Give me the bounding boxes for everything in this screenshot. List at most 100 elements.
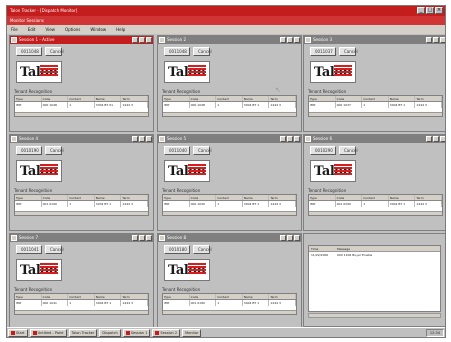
- column-header[interactable]: Term: [415, 96, 442, 101]
- table-row[interactable]: IMP 000 1041 1 3004 BT 1 1444 3: [15, 300, 148, 306]
- maximize-icon[interactable]: [433, 136, 439, 142]
- minimize-icon[interactable]: [280, 136, 286, 142]
- recognition-table[interactable]: Type Code Contact Name Term IMP 000 1041 1 3004 …: [14, 293, 149, 315]
- table-row[interactable]: IMP 000 1037 1 3004 BT 1 1444 3: [309, 102, 442, 108]
- pane-system-menu-icon[interactable]: [159, 37, 165, 43]
- recognition-table[interactable]: Type Code Contact Name Term IMP 001 0290 1 3004 …: [308, 194, 443, 216]
- table-row[interactable]: IMP 001 0290 1 3004 BT 1 1444 3: [309, 201, 442, 207]
- close-icon[interactable]: [294, 235, 300, 241]
- table-row[interactable]: IMP 000 1048 1 3304 BT 01 1444 3: [15, 102, 148, 108]
- id-button[interactable]: 0011037: [310, 47, 336, 56]
- taskbar-item-paint[interactable]: Untitled - Paint: [29, 328, 67, 337]
- table-horizontal-scrollbar[interactable]: [15, 112, 148, 116]
- menu-edit[interactable]: Edit: [26, 27, 38, 32]
- minimize-icon[interactable]: [132, 235, 138, 241]
- pane-system-menu-icon[interactable]: [305, 136, 311, 142]
- cancel-button[interactable]: Cancel: [193, 245, 212, 254]
- column-header[interactable]: Type: [163, 96, 190, 101]
- close-icon[interactable]: [146, 37, 152, 43]
- log-horizontal-scrollbar[interactable]: [308, 313, 441, 318]
- column-header[interactable]: Code: [336, 195, 363, 200]
- pane-system-menu-icon[interactable]: [11, 37, 17, 43]
- minimize-icon[interactable]: [426, 37, 432, 43]
- menu-help[interactable]: Help: [114, 27, 127, 32]
- column-header[interactable]: Term: [269, 294, 296, 299]
- column-header[interactable]: Name: [95, 96, 122, 101]
- column-header[interactable]: Name: [95, 195, 122, 200]
- pane-titlebar[interactable]: Session 8: [158, 234, 301, 242]
- table-horizontal-scrollbar[interactable]: [163, 211, 296, 215]
- close-icon[interactable]: [440, 136, 445, 142]
- maximize-icon[interactable]: [287, 37, 293, 43]
- id-button[interactable]: 0011048: [16, 47, 42, 56]
- column-header[interactable]: Code: [190, 96, 217, 101]
- maximize-icon[interactable]: [139, 37, 145, 43]
- cancel-button[interactable]: Cancel: [45, 47, 64, 56]
- minimize-icon[interactable]: [132, 136, 138, 142]
- column-header[interactable]: Type: [309, 195, 336, 200]
- column-header[interactable]: Type: [15, 294, 42, 299]
- column-header[interactable]: Contact: [68, 294, 95, 299]
- column-header[interactable]: Term: [121, 96, 148, 101]
- column-header[interactable]: Contact: [362, 96, 389, 101]
- column-header[interactable]: Type: [309, 96, 336, 101]
- pane-system-menu-icon[interactable]: [305, 37, 311, 43]
- minimize-icon[interactable]: _: [417, 7, 425, 14]
- menu-window[interactable]: Window: [88, 27, 108, 32]
- column-header[interactable]: Term: [269, 96, 296, 101]
- column-header[interactable]: Type: [163, 195, 190, 200]
- menu-view[interactable]: View: [43, 27, 57, 32]
- table-horizontal-scrollbar[interactable]: [15, 211, 148, 215]
- table-row[interactable]: IMP 001 0190 1 3204 BT 1 1444 3: [15, 201, 148, 207]
- column-header[interactable]: Term: [415, 195, 442, 200]
- column-header[interactable]: Type: [15, 195, 42, 200]
- recognition-table[interactable]: Type Code Contact Name Term IMP 001 0190 1 3204 …: [14, 194, 149, 216]
- column-header[interactable]: Name: [243, 294, 270, 299]
- column-header[interactable]: Contact: [68, 96, 95, 101]
- id-button[interactable]: 0010180: [164, 245, 190, 254]
- pane-system-menu-icon[interactable]: [159, 235, 165, 241]
- close-icon[interactable]: [440, 37, 445, 43]
- table-horizontal-scrollbar[interactable]: [309, 112, 442, 116]
- column-header[interactable]: Term: [121, 294, 148, 299]
- close-icon[interactable]: [294, 136, 300, 142]
- minimize-icon[interactable]: [280, 235, 286, 241]
- taskbar-item-session2[interactable]: Session 2: [152, 328, 181, 337]
- pane-titlebar[interactable]: Session 1 - Active: [10, 36, 153, 44]
- recognition-table[interactable]: Type Code Contact Name Term IMP 000 1048 1 3004 …: [162, 95, 297, 117]
- column-header[interactable]: Contact: [216, 294, 243, 299]
- cancel-button[interactable]: Cancel: [193, 47, 212, 56]
- column-header[interactable]: Contact: [362, 195, 389, 200]
- close-icon[interactable]: [146, 235, 152, 241]
- minimize-icon[interactable]: [426, 136, 432, 142]
- pane-system-menu-icon[interactable]: [159, 136, 165, 142]
- maximize-icon[interactable]: [139, 136, 145, 142]
- id-button[interactable]: 0011048: [164, 47, 190, 56]
- pane-titlebar[interactable]: Session 4: [10, 135, 153, 143]
- minimize-icon[interactable]: [280, 37, 286, 43]
- minimize-icon[interactable]: [132, 37, 138, 43]
- start-button[interactable]: Start: [8, 328, 28, 337]
- column-header[interactable]: Code: [42, 96, 69, 101]
- table-row[interactable]: IMP 000 1040 1 3004 BT 1 1444 3: [163, 201, 296, 207]
- taskbar-item-monitor[interactable]: Monitor: [182, 328, 202, 337]
- column-header[interactable]: Name: [389, 195, 416, 200]
- log-list[interactable]: Time Message 11/22/2000 000 1106 Buyer E…: [308, 245, 441, 312]
- menu-options[interactable]: Options: [63, 27, 82, 32]
- column-header[interactable]: Name: [243, 195, 270, 200]
- table-row[interactable]: IMP 001 0180 1 3004 BT 1 1444 3: [163, 300, 296, 306]
- maximize-icon[interactable]: [287, 136, 293, 142]
- pane-system-menu-icon[interactable]: [11, 235, 17, 241]
- recognition-table[interactable]: Type Code Contact Name Term IMP 000 1048 1 3304 …: [14, 95, 149, 117]
- cancel-button[interactable]: Cancel: [193, 146, 212, 155]
- pane-titlebar[interactable]: Session 2: [158, 36, 301, 44]
- recognition-table[interactable]: Type Code Contact Name Term IMP 000 1040 1 3004 …: [162, 194, 297, 216]
- window-titlebar[interactable]: Talon Tracker - [Dispatch Monitor] _ □ ×: [7, 6, 445, 16]
- column-header[interactable]: Contact: [216, 96, 243, 101]
- taskbar-item-session1[interactable]: Session 1: [122, 328, 151, 337]
- pane-titlebar[interactable]: Session 3: [304, 36, 445, 44]
- column-header[interactable]: Code: [190, 294, 217, 299]
- id-button[interactable]: 0010190: [16, 146, 42, 155]
- close-icon[interactable]: [294, 37, 300, 43]
- cancel-button[interactable]: Cancel: [45, 146, 64, 155]
